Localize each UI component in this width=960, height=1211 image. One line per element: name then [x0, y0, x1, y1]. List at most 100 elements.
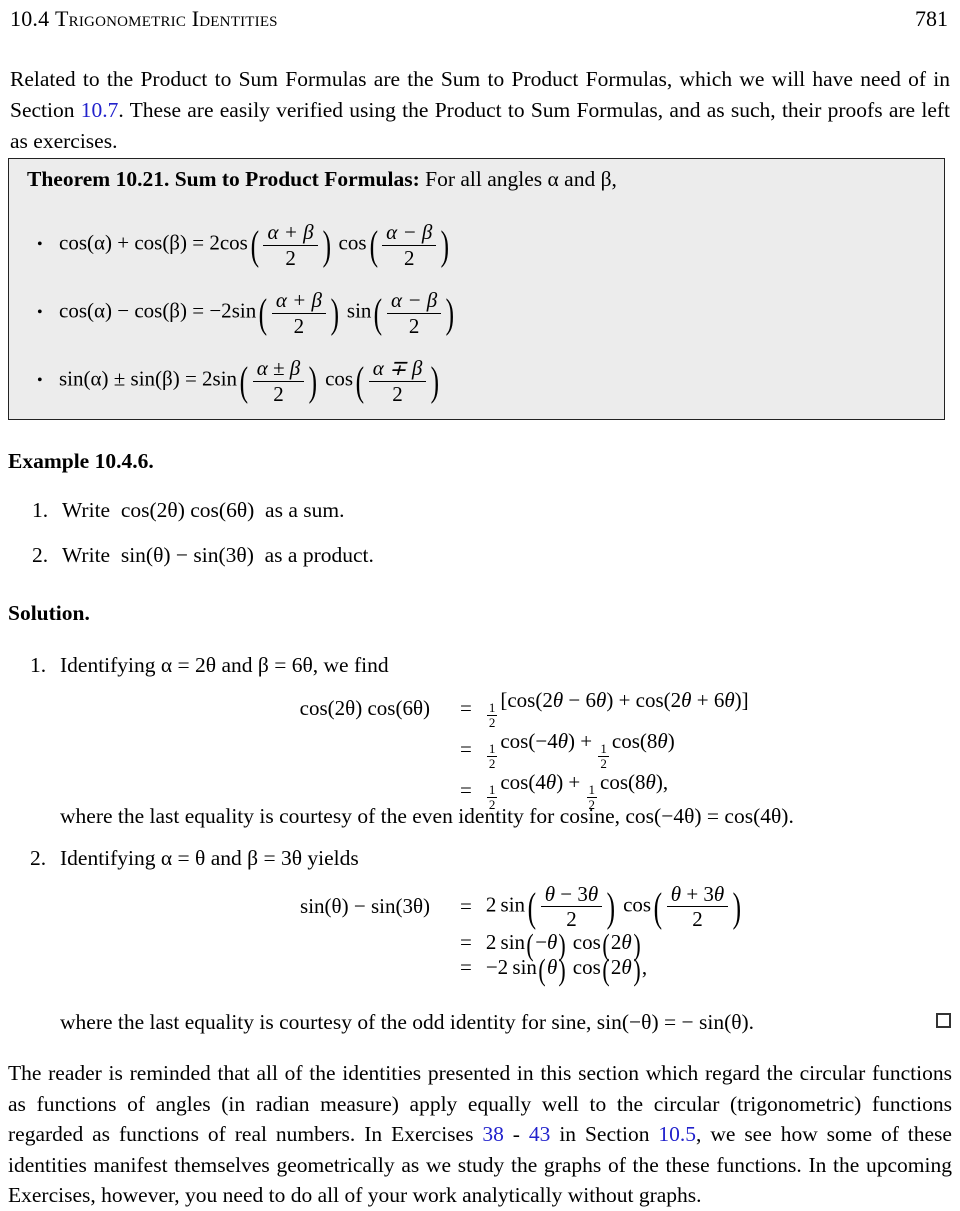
formula-3-arg2-numerator: α ∓ β	[372, 356, 423, 381]
equation-relation: =	[460, 930, 472, 955]
exercise-link-43[interactable]: 43	[529, 1122, 551, 1146]
example-heading: Example 10.4.6.	[8, 449, 154, 473]
formula-2-arg2: α − β2	[387, 288, 442, 337]
equation-2-rhs-row3: −2 sin(θ) cos(2θ),	[485, 953, 648, 988]
theorem-formula-item: • sin(α) ± sin(β) = 2sin(α ± β 2) cos(α ∓…	[31, 347, 911, 415]
equation-relation: =	[460, 894, 472, 919]
theorem-label: Theorem 10.21.	[27, 167, 170, 191]
example-item-marker: 2.	[32, 543, 49, 567]
equation-2-arg1: θ − 3θ 2	[540, 883, 603, 930]
formula-1-func1: cos	[219, 230, 248, 255]
solution-part-2: 2. Identifying α = θ and β = 3θ yields	[30, 846, 940, 871]
formula-1: cos(α) + cos(β) = 2cos(α + β 2) cos(α − β…	[59, 220, 450, 270]
formula-1-coefficient: 2	[209, 230, 220, 255]
textbook-page: 10.4 Trigonometric Identities 781 Relate…	[0, 0, 960, 1207]
equation-array-1: cos(2θ) cos(6θ) = 1 2 [cos(2θ − 6θ) + cos(…	[215, 688, 749, 811]
bullet-icon: •	[37, 372, 43, 389]
example-item-text-before: Write	[62, 543, 111, 567]
formula-3-arg1-denominator: 2	[252, 380, 305, 405]
formula-3: sin(α) ± sin(β) = 2sin(α ± β 2) cos(α ∓ β…	[59, 356, 440, 406]
formula-1-arg2-numerator: α − β	[386, 220, 433, 245]
formula-2-arg1: α + β2	[271, 289, 326, 337]
example-item-text-before: Write	[62, 498, 111, 522]
formula-1-arg1-denominator: 2	[263, 244, 318, 269]
equation-2-lhs: sin(θ) − sin(3θ)	[300, 894, 430, 919]
header-section-title: 10.4 Trigonometric Identities	[10, 6, 278, 32]
solution-heading: Solution.	[8, 601, 90, 625]
example-item: 2. Write sin(θ) − sin(3θ) as a product.	[32, 543, 732, 568]
one-half-fraction: 12	[486, 700, 498, 730]
example-item-body: Write sin(θ) − sin(3θ) as a product.	[62, 543, 374, 568]
example-item-text-after: as a sum.	[265, 498, 345, 522]
equation-1-lhs: cos(2θ) cos(6θ)	[299, 695, 430, 720]
solution-part-1: 1. Identifying α = 2θ and β = 6θ, we fin…	[30, 653, 930, 678]
bullet-icon: •	[37, 236, 43, 253]
formula-3-func2: cos	[325, 366, 354, 391]
equation-row: = −2 sin(θ) cos(2θ),	[225, 953, 744, 988]
solution-part-1-intro: Identifying α = 2θ and β = 6θ, we find	[60, 653, 389, 677]
equation-2-rhs-row2: 2 sin(−θ) cos(2θ)	[485, 928, 641, 963]
example-item-body: Write cos(2θ) cos(6θ) as a sum.	[62, 498, 344, 523]
example-item-marker: 1.	[32, 498, 49, 522]
example-item-math: sin(θ) − sin(3θ)	[120, 543, 254, 567]
formula-3-coefficient: 2	[202, 366, 213, 391]
equation-array-2: sin(θ) − sin(3θ) = 2 sin(θ − 3θ 2) cos(θ …	[225, 883, 744, 988]
formula-3-arg1: α ± β2	[252, 356, 305, 405]
formula-1-func2: cos	[338, 230, 367, 255]
header-section-number: 10.4	[10, 6, 50, 31]
example-item-list: 1. Write cos(2θ) cos(6θ) as a sum. 2. Wr…	[32, 498, 732, 588]
solution-part-1-marker: 1.	[30, 653, 47, 677]
page-number: 781	[915, 6, 948, 31]
exercise-link-38[interactable]: 38	[482, 1122, 504, 1146]
equation-1-lhs-blank	[215, 729, 446, 770]
formula-2-lhs: cos(α) − cos(β) =	[59, 298, 205, 323]
formula-2-arg2-numerator: α − β	[391, 288, 438, 313]
section-link-10-7[interactable]: 10.7	[81, 98, 119, 122]
formula-2: cos(α) − cos(β) = −2sin(α + β 2) sin(α − …	[59, 288, 455, 338]
bullet-icon: •	[37, 304, 43, 321]
running-header: 10.4 Trigonometric Identities 781	[10, 6, 948, 32]
equation-row: cos(2θ) cos(6θ) = 1 2 [cos(2θ − 6θ) + cos(…	[215, 688, 749, 729]
solution-part-1-note: where the last equality is courtesy of t…	[60, 804, 794, 828]
one-half-fraction: 12	[598, 741, 609, 771]
formula-3-func1: sin	[212, 366, 238, 391]
closing-paragraph: The reader is reminded that all of the i…	[8, 1058, 952, 1211]
formula-3-arg2-denominator: 2	[368, 380, 427, 405]
formula-2-func2: sin	[346, 298, 372, 323]
formula-1-arg2: α − β2	[382, 220, 437, 269]
closing-text-mid1: -	[503, 1122, 529, 1146]
equation-row: = 2 sin(−θ) cos(2θ)	[225, 928, 744, 963]
theorem-formula-item: • cos(α) + cos(β) = 2cos(α + β 2) cos(α −…	[31, 211, 911, 279]
one-half-fraction: 12	[486, 741, 498, 771]
equation-row: = 1 2 cos(−4θ) + 1 2 cos(8θ)	[215, 729, 749, 770]
formula-2-coefficient: −2	[209, 298, 232, 323]
theorem-formula-list: • cos(α) + cos(β) = 2cos(α + β 2) cos(α −…	[31, 211, 911, 415]
equation-relation: =	[460, 955, 472, 980]
intro-text-part2: . These are easily verified using the Pr…	[10, 98, 950, 153]
qed-tombstone-icon	[936, 1013, 951, 1028]
header-section-name: Trigonometric Identities	[55, 6, 278, 31]
example-item-math: cos(2θ) cos(6θ)	[120, 498, 255, 522]
formula-1-arg1: α + β2	[263, 221, 318, 269]
equation-row: sin(θ) − sin(3θ) = 2 sin(θ − 3θ 2) cos(θ …	[225, 883, 744, 930]
equation-2-rhs-row1: 2 sin(θ − 3θ 2) cos(θ + 3θ 2)	[485, 882, 742, 932]
formula-3-arg1-numerator: α ± β	[256, 356, 301, 381]
section-link-10-5[interactable]: 10.5	[658, 1122, 696, 1146]
solution-part-2-note: where the last equality is courtesy of t…	[60, 1010, 755, 1034]
formula-1-arg2-denominator: 2	[382, 244, 437, 269]
theorem-formula-item: • cos(α) − cos(β) = −2sin(α + β 2) sin(α …	[31, 279, 911, 347]
formula-3-lhs: sin(α) ± sin(β) =	[59, 366, 197, 391]
solution-part-2-row: 2. Identifying α = θ and β = 3θ yields	[30, 846, 940, 871]
formula-2-arg1-denominator: 2	[271, 312, 326, 337]
equation-2-lhs-blank	[225, 955, 446, 980]
closing-text-mid2: in Section	[550, 1122, 659, 1146]
solution-part-2-intro: Identifying α = θ and β = 3θ yields	[60, 846, 359, 870]
theorem-name: Sum to Product Formulas:	[174, 167, 420, 191]
equation-2-arg2: θ + 3θ 2	[666, 883, 729, 930]
equation-relation: =	[460, 695, 472, 720]
equation-relation: =	[460, 736, 472, 761]
equation-1-rhs-row2: 1 2 cos(−4θ) + 1 2 cos(8θ)	[486, 728, 675, 771]
formula-1-lhs: cos(α) + cos(β) =	[59, 230, 205, 255]
solution-part-1-row: 1. Identifying α = 2θ and β = 6θ, we fin…	[30, 653, 930, 678]
theorem-box: Theorem 10.21. Sum to Product Formulas: …	[8, 158, 945, 420]
